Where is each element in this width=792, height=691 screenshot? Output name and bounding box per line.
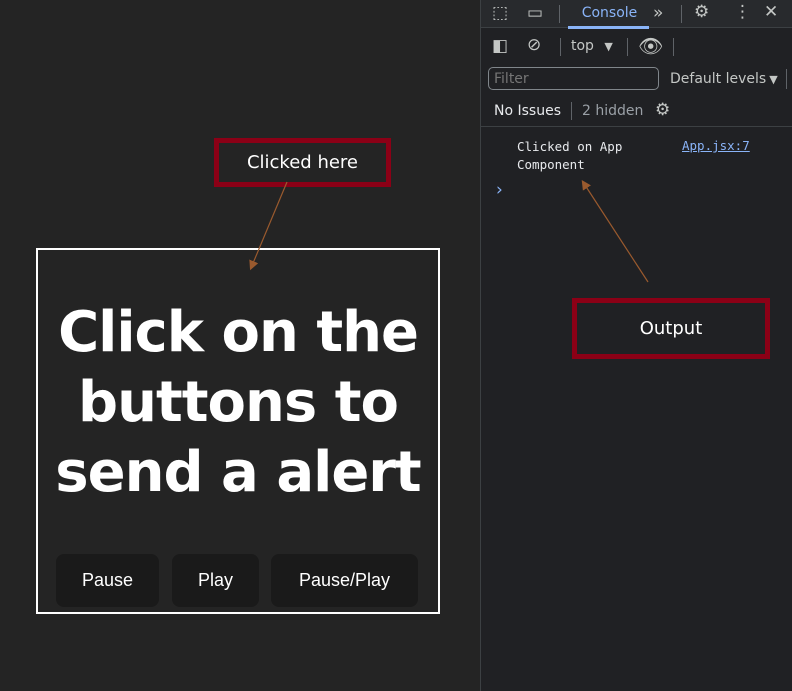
filter-input[interactable] xyxy=(488,67,659,90)
console-toolbar: ◧ ⊘ top ▼ 👁 xyxy=(481,33,792,61)
app-heading: Click on the buttons to send a alert xyxy=(55,300,421,505)
hidden-count: 2 hidden xyxy=(582,103,644,119)
console-prompt-chevron-icon[interactable]: › xyxy=(496,180,503,200)
issues-count[interactable]: No Issues xyxy=(494,103,561,119)
console-message: Clicked on App Component xyxy=(517,138,622,174)
live-expression-eye-icon[interactable]: 👁 xyxy=(638,34,663,58)
devtools-tabbar: ⬚ ▭ Console » ⚙ ⋮ ✕ xyxy=(481,0,792,29)
pause-button[interactable]: Pause xyxy=(56,554,159,607)
levels-label: Default levels xyxy=(670,71,767,87)
chevron-down-icon: ▼ xyxy=(769,73,778,86)
console-settings-gear-icon[interactable]: ⚙ xyxy=(655,100,670,120)
inspect-element-icon[interactable]: ⬚ xyxy=(492,3,508,23)
settings-gear-icon[interactable]: ⚙ xyxy=(694,2,709,22)
play-button[interactable]: Play xyxy=(172,554,259,607)
chevron-down-icon: ▼ xyxy=(604,40,613,53)
clear-console-icon[interactable]: ⊘ xyxy=(527,35,541,55)
annotation-clicked-here: Clicked here xyxy=(214,138,391,187)
more-options-icon[interactable]: ⋮ xyxy=(734,2,751,22)
pause-play-button[interactable]: Pause/Play xyxy=(271,554,418,607)
issues-bar: No Issues 2 hidden ⚙ xyxy=(481,97,792,127)
tab-console[interactable]: Console xyxy=(569,5,650,21)
app-container: Click on the buttons to send a alert Pau… xyxy=(36,248,440,614)
log-message-line: Clicked on App xyxy=(517,139,623,154)
device-toolbar-icon[interactable]: ▭ xyxy=(527,3,543,23)
more-tabs-icon[interactable]: » xyxy=(653,3,663,23)
log-levels-dropdown[interactable]: Default levels ▼ xyxy=(670,71,778,87)
context-selector[interactable]: top ▼ xyxy=(571,38,613,54)
annotation-output: Output xyxy=(572,298,770,359)
log-message-line: Component xyxy=(517,157,585,172)
sidebar-toggle-icon[interactable]: ◧ xyxy=(492,36,508,56)
context-value: top xyxy=(571,38,594,54)
close-icon[interactable]: ✕ xyxy=(764,2,778,22)
log-source-link[interactable]: App.jsx:7 xyxy=(682,138,750,153)
